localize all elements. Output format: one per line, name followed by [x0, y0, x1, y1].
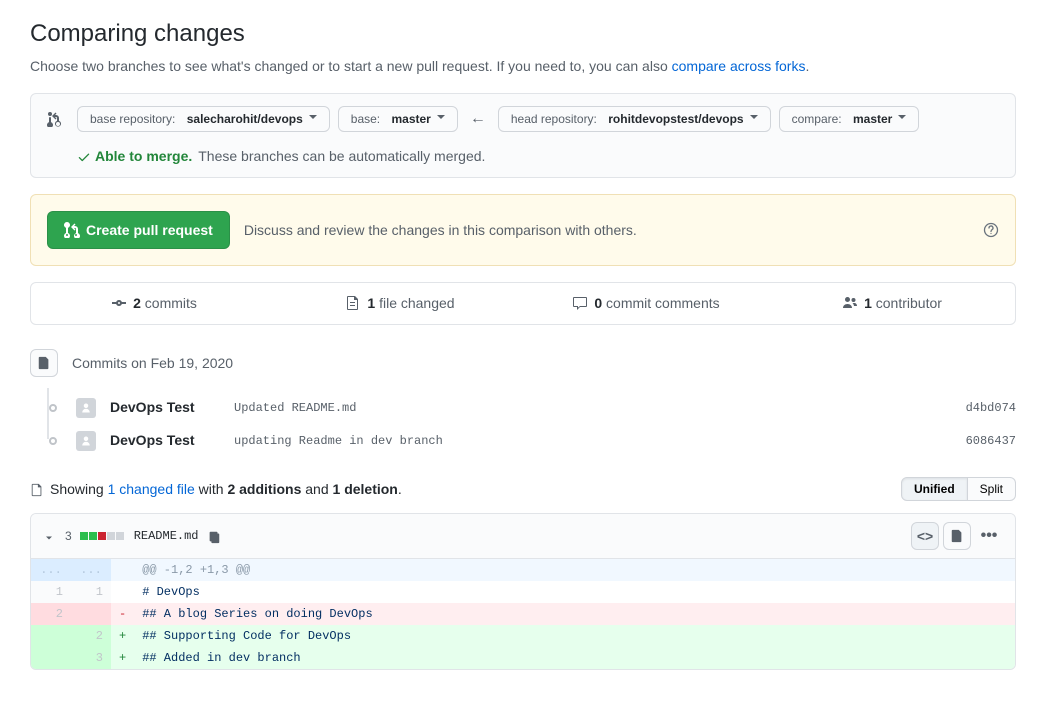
arrow-left-icon: ← [466, 107, 490, 131]
stat-contributors[interactable]: 1 contributor [769, 283, 1015, 324]
unified-view-button[interactable]: Unified [901, 477, 968, 501]
commit-row[interactable]: DevOps Test updating Readme in dev branch… [30, 424, 1016, 457]
file-lines-changed: 3 [65, 527, 72, 545]
hunk-header: ......@@ -1,2 +1,3 @@ [31, 559, 1015, 581]
copy-path-icon[interactable] [207, 526, 221, 547]
compare-forks-link[interactable]: compare across forks [672, 58, 806, 74]
head-repo-selector[interactable]: head repository: rohitdevopstest/devops [498, 106, 771, 132]
compare-branch-selector[interactable]: compare: master [779, 106, 920, 132]
caret-down-icon [898, 115, 906, 123]
commit-message[interactable]: Updated README.md [234, 399, 952, 417]
diff-code: ## Supporting Code for DevOps [134, 625, 1015, 647]
file-name[interactable]: README.md [134, 527, 199, 545]
create-pull-request-button[interactable]: Create pull request [47, 211, 230, 249]
avatar[interactable] [76, 431, 96, 451]
pr-discuss-text: Discuss and review the changes in this c… [244, 220, 969, 241]
diff-sign [111, 581, 134, 603]
diff-summary: Showing 1 changed file with 2 additions … [30, 479, 402, 500]
diff-line: 3+## Added in dev branch [31, 647, 1015, 669]
diff-line: 2 -## A blog Series on doing DevOps [31, 603, 1015, 625]
commit-sha[interactable]: d4bd074 [966, 399, 1016, 417]
caret-down-icon [309, 115, 317, 123]
old-line-number [31, 647, 71, 669]
comment-icon [572, 293, 588, 314]
people-icon [842, 293, 858, 314]
commit-sha[interactable]: 6086437 [966, 432, 1016, 450]
caret-down-icon [750, 115, 758, 123]
new-line-number [71, 603, 111, 625]
diff-code: ## A blog Series on doing DevOps [134, 603, 1015, 625]
help-icon[interactable] [983, 220, 999, 241]
commit-dot-icon [49, 404, 57, 412]
commit-dot-icon [49, 437, 57, 445]
commit-author[interactable]: DevOps Test [110, 397, 220, 418]
git-compare-icon [47, 109, 63, 130]
create-pr-bar: Create pull request Discuss and review t… [30, 194, 1016, 266]
git-pull-request-icon [64, 222, 80, 238]
page-title: Comparing changes [30, 16, 1016, 52]
commit-row[interactable]: DevOps Test Updated README.md d4bd074 [30, 391, 1016, 424]
avatar[interactable] [76, 398, 96, 418]
new-line-number: 3 [71, 647, 111, 669]
old-line-number: 2 [31, 603, 71, 625]
commit-message[interactable]: updating Readme in dev branch [234, 432, 952, 450]
repo-push-icon [30, 349, 58, 377]
rendered-view-button[interactable] [943, 522, 971, 550]
commits-timeline: Commits on Feb 19, 2020 DevOps Test Updat… [30, 349, 1016, 457]
compare-range-box: base repository: salecharohit/devops bas… [30, 93, 1016, 178]
diff-file: 3 README.md <> ••• ......@@ -1,2 +1,3 @@… [30, 513, 1016, 670]
base-branch-selector[interactable]: base: master [338, 106, 458, 132]
diff-code: # DevOps [134, 581, 1015, 603]
source-view-button[interactable]: <> [911, 522, 939, 550]
commit-icon [111, 293, 127, 314]
diff-view-toggle: Unified Split [901, 477, 1016, 501]
diff-line: 2+## Supporting Code for DevOps [31, 625, 1015, 647]
commit-author[interactable]: DevOps Test [110, 430, 220, 451]
merge-status: Able to merge. These branches can be aut… [47, 146, 999, 167]
diffstat-squares [80, 532, 124, 540]
old-line-number: 1 [31, 581, 71, 603]
stat-commits[interactable]: 2 commits [31, 283, 277, 324]
base-repo-selector[interactable]: base repository: salecharohit/devops [77, 106, 330, 132]
diff-code: ## Added in dev branch [134, 647, 1015, 669]
diff-sign: - [111, 603, 134, 625]
page-subtitle: Choose two branches to see what's change… [30, 56, 1016, 77]
check-icon [77, 146, 91, 167]
diff-sign: + [111, 625, 134, 647]
caret-down-icon [437, 115, 445, 123]
split-view-button[interactable]: Split [968, 477, 1016, 501]
old-line-number [31, 625, 71, 647]
compare-stats: 2 commits 1 file changed 0 commit commen… [30, 282, 1016, 325]
stat-comments[interactable]: 0 commit comments [523, 283, 769, 324]
file-icon [30, 479, 44, 500]
chevron-down-icon[interactable] [43, 526, 55, 547]
diff-line: 11 # DevOps [31, 581, 1015, 603]
new-line-number: 2 [71, 625, 111, 647]
file-diff-icon [345, 293, 361, 314]
commits-date-label: Commits on Feb 19, 2020 [72, 353, 233, 374]
changed-files-link[interactable]: 1 changed file [108, 481, 195, 497]
stat-files[interactable]: 1 file changed [277, 283, 523, 324]
diff-sign: + [111, 647, 134, 669]
file-kebab-menu[interactable]: ••• [975, 522, 1003, 550]
new-line-number: 1 [71, 581, 111, 603]
